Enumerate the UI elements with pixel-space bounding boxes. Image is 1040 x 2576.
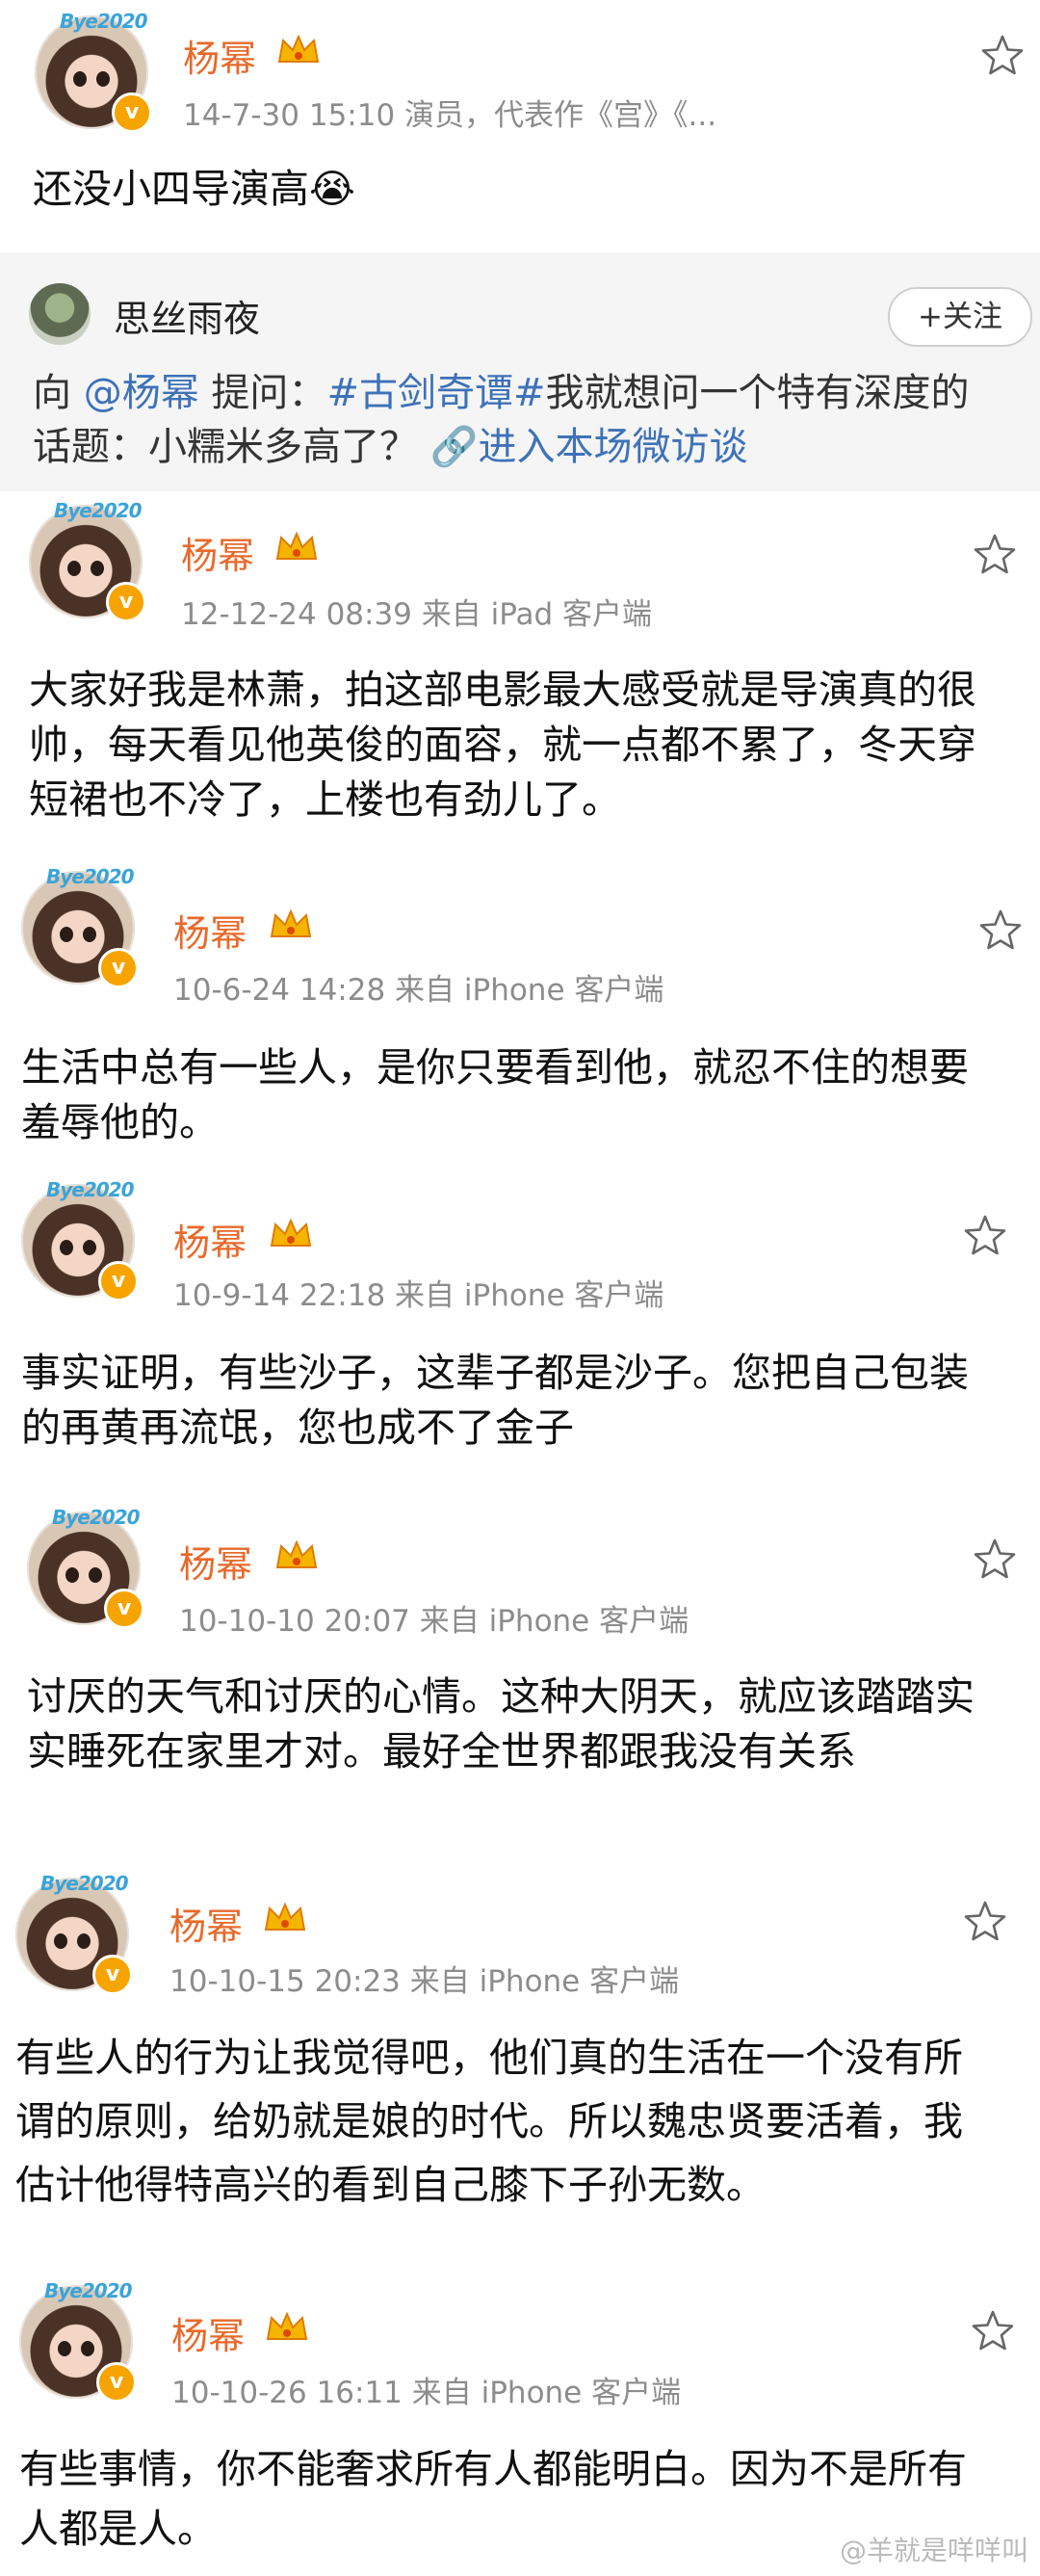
avatar-decoration: Bye2020 — [40, 1872, 129, 1895]
post-text: 有些人的行为让我觉得吧，他们真的生活在一个没有所谓的原则，给奶就是娘的时代。所以… — [15, 2035, 963, 2208]
weibo-post: Bye2020 v 杨幂 10-10-10 20:07 来自 iPhone 客户… — [0, 1498, 1040, 1859]
avatar-decoration: Bye2020 — [46, 1178, 135, 1201]
favorite-star-icon[interactable] — [980, 33, 1025, 77]
crown-icon — [266, 2311, 308, 2340]
asker-avatar[interactable] — [29, 283, 91, 345]
question-text: 向 @杨幂 提问：#古剑奇谭#我就想问一个特有深度的话题：小糯米多高了？ 🔗进入… — [33, 366, 1005, 474]
favorite-star-icon[interactable] — [973, 532, 1017, 576]
enter-interview-link[interactable]: 🔗进入本场微访谈 — [430, 425, 748, 469]
username[interactable]: 杨幂 — [171, 2306, 245, 2359]
username[interactable]: 杨幂 — [183, 29, 256, 82]
username[interactable]: 杨幂 — [181, 526, 254, 579]
favorite-star-icon[interactable] — [973, 1537, 1017, 1581]
crown-icon — [277, 34, 320, 63]
favorite-star-icon[interactable] — [971, 2308, 1015, 2353]
post-meta: 10-10-15 20:23 来自 iPhone 客户端 — [169, 1964, 680, 1999]
follow-button[interactable]: +关注 — [888, 287, 1032, 347]
post-text: 大家好我是林萧，拍这部电影最大感受就是导演真的很帅，每天看见他英俊的面容，就一点… — [29, 667, 976, 823]
post-meta: 10-6-24 14:28 来自 iPhone 客户端 — [173, 973, 664, 1008]
avatar-decoration: Bye2020 — [54, 499, 143, 522]
question-ask-label: 提问： — [198, 371, 327, 415]
post-text: 事实证明，有些沙子，这辈子都是沙子。您把自己包装的再黄再流氓，您也成不了金子 — [21, 1350, 969, 1451]
crown-icon — [275, 1539, 318, 1568]
crown-icon — [275, 531, 318, 560]
asker-name[interactable]: 思丝雨夜 — [114, 289, 260, 342]
weibo-post: Bye2020 v 杨幂 10-10-15 20:23 来自 iPhone 客户… — [0, 1864, 1040, 2274]
watermark: @羊就是咩咩叫 — [839, 2535, 1028, 2566]
mention-link[interactable]: @杨幂 — [84, 371, 199, 415]
verified-icon: v — [106, 582, 146, 622]
avatar-decoration: Bye2020 — [52, 1506, 141, 1529]
username[interactable]: 杨幂 — [173, 904, 247, 957]
crown-icon — [270, 908, 312, 937]
post-meta: 14-7-30 15:10 演员，代表作《宫》《... — [183, 98, 717, 133]
crown-icon — [264, 1902, 306, 1931]
username[interactable]: 杨幂 — [173, 1213, 247, 1266]
post-meta: 10-10-10 20:07 来自 iPhone 客户端 — [179, 1604, 689, 1639]
avatar-decoration: Bye2020 — [44, 2279, 133, 2302]
post-meta: 10-10-26 16:11 来自 iPhone 客户端 — [171, 2376, 682, 2410]
topic-link[interactable]: #古剑奇谭# — [326, 371, 545, 415]
username[interactable]: 杨幂 — [169, 1897, 243, 1950]
verified-icon: v — [96, 2362, 137, 2403]
crown-icon — [270, 1218, 312, 1247]
weibo-post: Bye2020 v 杨幂 10-6-24 14:28 来自 iPhone 客户端… — [0, 857, 1040, 1161]
micro-interview-question: 思丝雨夜 +关注 向 @杨幂 提问：#古剑奇谭#我就想问一个特有深度的话题：小糯… — [0, 252, 1040, 491]
post-meta: 12-12-24 08:39 来自 iPad 客户端 — [181, 597, 653, 632]
verified-icon: v — [104, 1589, 144, 1629]
favorite-star-icon[interactable] — [963, 1899, 1007, 1943]
verified-icon: v — [98, 948, 139, 988]
favorite-star-icon[interactable] — [978, 907, 1023, 952]
post-text: 还没小四导演高😭 — [33, 166, 355, 212]
weibo-post: Bye2020 v 杨幂 12-12-24 08:39 来自 iPad 客户端 … — [0, 491, 1040, 848]
post-meta: 10-9-14 22:18 来自 iPhone 客户端 — [173, 1278, 664, 1313]
post-text: 生活中总有一些人，是你只要看到他，就忍不住的想要羞辱他的。 — [21, 1044, 969, 1145]
weibo-post: Bye2020 v 杨幂 10-9-14 22:18 来自 iPhone 客户端… — [0, 1170, 1040, 1488]
username[interactable]: 杨幂 — [179, 1535, 252, 1588]
verified-icon: v — [98, 1261, 139, 1301]
avatar-decoration: Bye2020 — [60, 10, 148, 33]
weibo-post: Bye2020 v 杨幂 14-7-30 15:10 演员，代表作《宫》《...… — [0, 0, 1040, 252]
favorite-star-icon[interactable] — [963, 1213, 1007, 1257]
post-text: 讨厌的天气和讨厌的心情。这种大阴天，就应该踏踏实实睡死在家里才对。最好全世界都跟… — [27, 1673, 975, 1774]
question-prefix: 向 — [33, 371, 84, 415]
avatar-decoration: Bye2020 — [46, 865, 135, 888]
verified-icon: v — [92, 1955, 133, 1995]
verified-icon: v — [112, 92, 152, 133]
